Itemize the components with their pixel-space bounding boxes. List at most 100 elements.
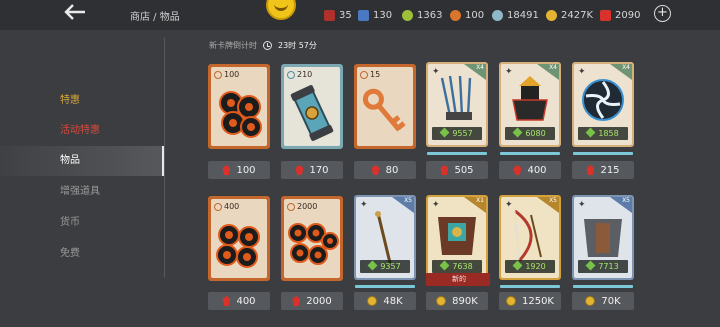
item-card-shield[interactable]: ✦ X4 1858 bbox=[572, 62, 634, 147]
card-progress-bar bbox=[500, 285, 560, 288]
card-progress-bar bbox=[427, 152, 487, 155]
clock-icon bbox=[263, 41, 272, 50]
key-small-icon bbox=[360, 70, 368, 79]
sidebar-item-boosters[interactable]: 增强道具 bbox=[0, 177, 165, 207]
rune-icon bbox=[214, 70, 222, 79]
card-quantity: 2000 bbox=[287, 202, 317, 211]
back-arrow-icon[interactable] bbox=[64, 4, 86, 22]
item-card-samurai-armor[interactable]: ✦ X4 6080 bbox=[499, 62, 561, 147]
silver-coin-icon bbox=[492, 9, 503, 21]
power-badge: 9557 bbox=[432, 127, 482, 140]
capsule-small-icon bbox=[287, 70, 295, 79]
card-progress-bar bbox=[355, 285, 415, 288]
item-card-tokens-100[interactable]: 100 bbox=[208, 64, 270, 149]
card-progress-bar bbox=[573, 285, 633, 288]
currency-red-cards[interactable]: 35 bbox=[324, 8, 352, 22]
buy-button[interactable]: 890K bbox=[426, 292, 488, 310]
samurai-armor-icon bbox=[512, 76, 548, 121]
capsule-icon bbox=[290, 85, 334, 141]
currency-gold[interactable]: 2427K bbox=[546, 8, 593, 22]
item-card-claws[interactable]: ✦ X4 9557 bbox=[426, 62, 488, 147]
currency-blue-cards[interactable]: 130 bbox=[358, 8, 392, 22]
buy-button[interactable]: 80 bbox=[354, 161, 416, 179]
power-icon bbox=[512, 260, 523, 271]
ruby-gem-icon bbox=[292, 296, 301, 306]
currency-silver[interactable]: 18491 bbox=[492, 8, 539, 22]
item-card-tokens-400[interactable]: 400 bbox=[208, 196, 270, 281]
ruby-gem-icon bbox=[586, 165, 595, 175]
gold-coin-icon bbox=[546, 9, 557, 21]
sidebar-item-currency[interactable]: 货币 bbox=[0, 208, 165, 238]
key-icon bbox=[362, 88, 406, 132]
ruby-gem-icon bbox=[371, 165, 380, 175]
gold-coin-icon bbox=[367, 296, 378, 306]
sidebar-item-deals[interactable]: 特惠 bbox=[0, 86, 165, 116]
orange-rune-icon bbox=[450, 9, 461, 21]
card-quantity: 100 bbox=[214, 70, 239, 79]
item-card-tokens-2000[interactable]: 2000 bbox=[281, 196, 343, 281]
sidebar-item-items[interactable]: 物品 bbox=[0, 146, 165, 176]
timer-label: 新卡牌倒计时 bbox=[209, 41, 257, 50]
buy-button[interactable]: 100 bbox=[208, 161, 270, 179]
sidebar-divider bbox=[164, 38, 165, 278]
power-badge: 7713 bbox=[578, 260, 628, 273]
claws-weapon-icon bbox=[440, 75, 472, 120]
red-card-icon bbox=[324, 9, 335, 21]
ruby-gem-icon bbox=[295, 165, 304, 175]
currency-green-orbs[interactable]: 1363 bbox=[402, 8, 442, 22]
ruby-gem-icon bbox=[222, 165, 231, 175]
buy-button[interactable]: 48K bbox=[354, 292, 416, 310]
item-card-ornate-armor[interactable]: ✦ X1 7638 bbox=[426, 195, 488, 280]
item-card-plate-armor[interactable]: ✦ X5 7713 bbox=[572, 195, 634, 280]
buy-button[interactable]: 400 bbox=[499, 161, 561, 179]
orange-token-stack-icon bbox=[288, 223, 339, 265]
buy-button[interactable]: 70K bbox=[572, 292, 634, 310]
new-badge: 新的 bbox=[426, 273, 490, 286]
card-quantity: 210 bbox=[287, 70, 312, 79]
new-card-timer: 新卡牌倒计时 23时 57分 bbox=[209, 40, 317, 51]
currency-orange-runes[interactable]: 100 bbox=[450, 8, 484, 22]
buy-button[interactable]: 400 bbox=[208, 292, 270, 310]
power-icon bbox=[439, 260, 450, 271]
currency-gems[interactable]: 2090 bbox=[600, 8, 640, 22]
item-card-capsule[interactable]: 210 bbox=[281, 64, 343, 149]
power-badge: 6080 bbox=[505, 127, 555, 140]
sidebar-item-event-deals[interactable]: 活动特惠 bbox=[0, 116, 165, 146]
sidebar: 特惠 活动特惠 物品 增强道具 货币 免费 bbox=[0, 30, 165, 327]
buy-button[interactable]: 170 bbox=[281, 161, 343, 179]
card-quantity: 15 bbox=[360, 70, 380, 79]
ruby-gem-icon bbox=[513, 165, 522, 175]
plate-armor-icon bbox=[584, 219, 622, 257]
breadcrumb: 商店 / 物品 bbox=[130, 12, 180, 23]
rune-icon bbox=[287, 202, 295, 211]
buy-button[interactable]: 215 bbox=[572, 161, 634, 179]
timer-value: 23时 57分 bbox=[278, 41, 317, 50]
green-orb-icon bbox=[402, 9, 413, 21]
item-card-key[interactable]: 15 bbox=[354, 64, 416, 149]
card-quantity: 400 bbox=[214, 202, 239, 211]
gold-coin-icon bbox=[436, 296, 447, 306]
ruby-gem-icon bbox=[600, 9, 611, 21]
buy-button[interactable]: 1250K bbox=[499, 292, 561, 310]
rune-icon bbox=[214, 202, 222, 211]
buy-button[interactable]: 2000 bbox=[281, 292, 343, 310]
item-card-bow[interactable]: ✦ X5 1920 bbox=[499, 195, 561, 280]
power-icon bbox=[512, 127, 523, 138]
orange-token-stack-icon bbox=[216, 224, 260, 268]
ruby-gem-icon bbox=[222, 296, 231, 306]
blue-card-icon bbox=[358, 9, 369, 21]
power-badge: 7638 bbox=[432, 260, 482, 273]
sidebar-item-free[interactable]: 免费 bbox=[0, 239, 165, 269]
top-bar: 商店 / 物品 35 130 1363 100 18491 2427K 2090… bbox=[0, 0, 720, 30]
power-badge: 1858 bbox=[578, 127, 628, 140]
game-logo-icon bbox=[266, 0, 296, 20]
power-icon bbox=[585, 127, 596, 138]
power-icon bbox=[367, 260, 378, 271]
power-badge: 9357 bbox=[360, 260, 410, 273]
shield-icon bbox=[582, 79, 624, 121]
item-card-staff[interactable]: ✦ X5 9357 bbox=[354, 195, 416, 280]
add-currency-button[interactable]: + bbox=[654, 5, 671, 22]
buy-button[interactable]: 505 bbox=[426, 161, 488, 179]
card-progress-bar bbox=[573, 152, 633, 155]
card-progress-bar bbox=[500, 152, 560, 155]
